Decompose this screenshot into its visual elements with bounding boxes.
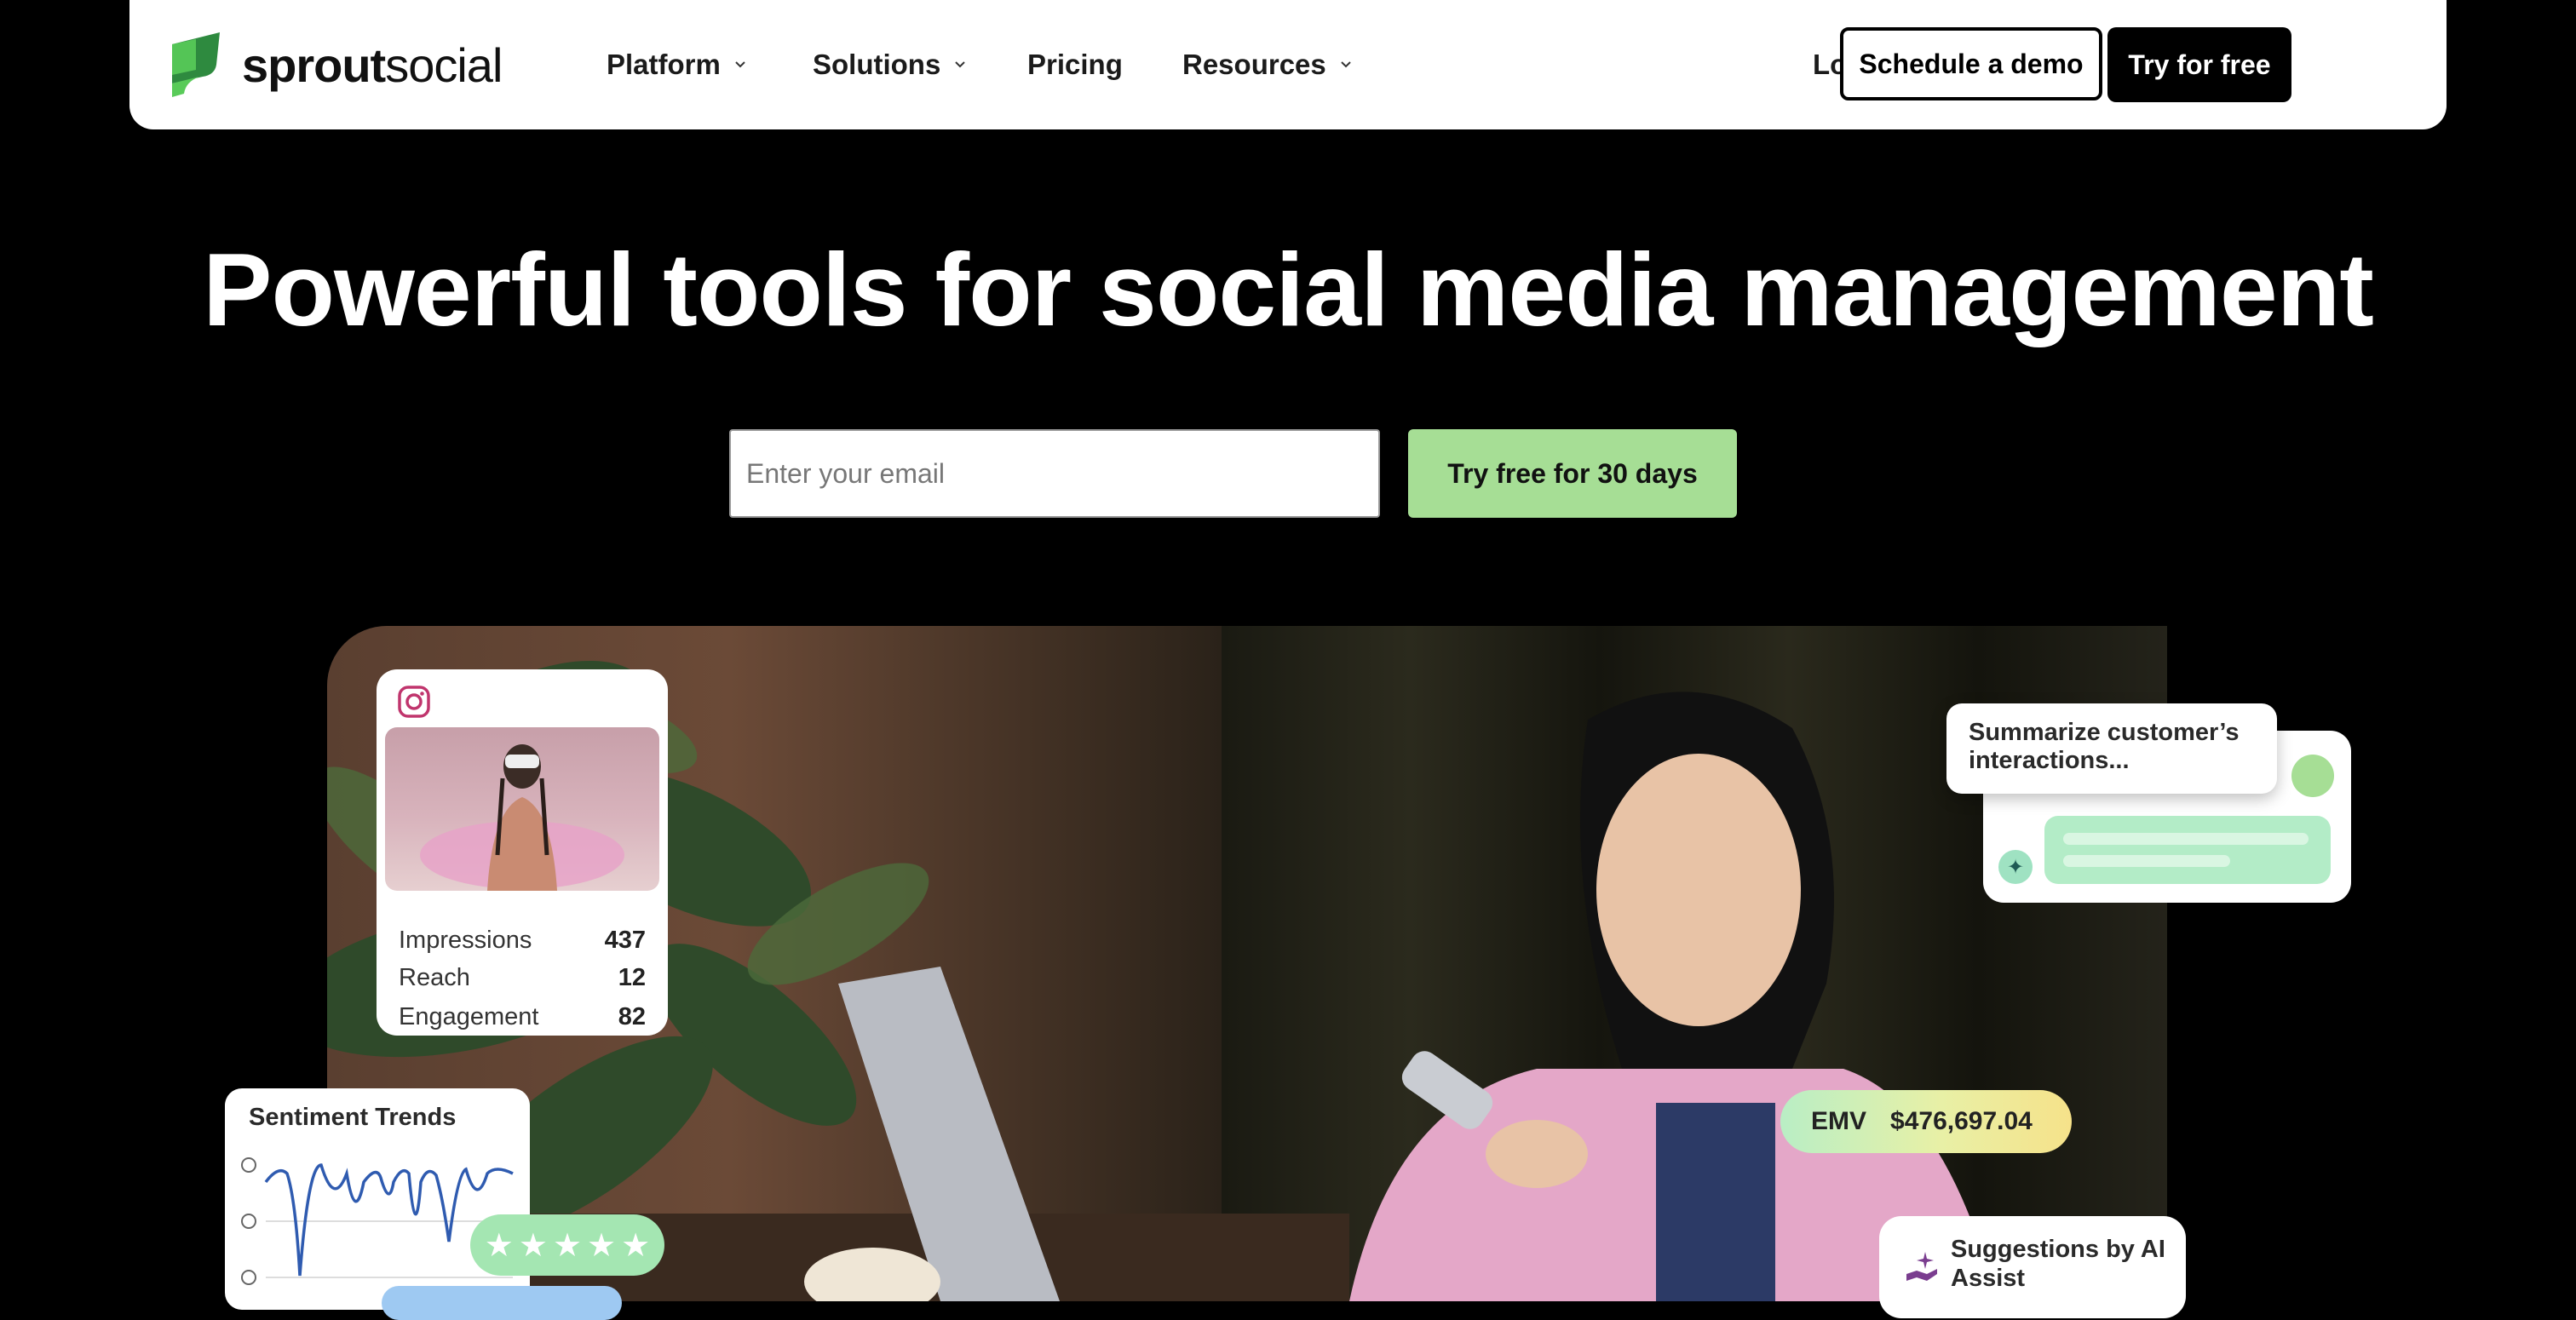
schedule-demo-button[interactable]: Schedule a demo — [1840, 27, 2102, 100]
engagement-row: Engagement 82 — [399, 1003, 646, 1031]
ai-assist-hand-icon — [1906, 1252, 1937, 1281]
impressions-row: Impressions 437 — [399, 927, 646, 955]
email-input[interactable] — [729, 429, 1380, 518]
stat-label: Impressions — [399, 927, 532, 954]
reach-row: Reach 12 — [399, 964, 646, 992]
avatar-dot — [2291, 755, 2334, 797]
instagram-icon — [398, 686, 430, 718]
blue-pill-chip — [382, 1286, 622, 1320]
chevron-down-icon — [955, 61, 966, 68]
stat-label: Reach — [399, 964, 470, 991]
star-icon: ★ — [587, 1227, 617, 1264]
instagram-post-card: Impressions 437 Reach 12 Engagement 82 — [377, 669, 668, 1036]
star-icon: ★ — [621, 1227, 651, 1264]
ai-prompt-bubble: Summarize customer’s interactions... — [1946, 703, 2277, 794]
star-icon: ★ — [518, 1227, 548, 1264]
nav-label: Platform — [607, 49, 721, 80]
sentiment-title: Sentiment Trends — [249, 1104, 457, 1131]
stat-value: 12 — [618, 964, 646, 991]
star-icon: ★ — [484, 1227, 514, 1264]
nav-label: Pricing — [1027, 49, 1123, 80]
stat-label: Engagement — [399, 1003, 539, 1030]
try-free-30-days-button[interactable]: Try free for 30 days — [1408, 429, 1737, 518]
emv-value: $476,697.04 — [1890, 1107, 2033, 1135]
nav-label: Solutions — [813, 49, 941, 80]
emv-pill: EMV $476,697.04 — [1780, 1090, 2072, 1153]
sprout-leaf-icon — [172, 32, 220, 97]
ai-suggestions-card: Suggestions by AI Assist — [1879, 1216, 2186, 1318]
try-for-free-button[interactable]: Try for free — [2107, 27, 2291, 102]
chevron-down-icon — [735, 61, 745, 68]
sprout-social-logo[interactable]: sproutsocial — [169, 31, 503, 99]
chevron-down-icon — [1341, 61, 1351, 68]
ai-response-bubble — [2044, 816, 2331, 884]
stat-value: 437 — [604, 927, 646, 954]
stat-value: 82 — [618, 1003, 646, 1030]
hero-title: Powerful tools for social media manageme… — [203, 232, 2374, 347]
logo-wordmark: sproutsocial — [242, 37, 503, 92]
star-icon: ★ — [552, 1227, 583, 1264]
five-star-rating: ★ ★ ★ ★ ★ — [470, 1214, 664, 1276]
vr-headset-post-image — [385, 727, 659, 891]
sentiment-trends-card: Sentiment Trends — [225, 1088, 530, 1310]
emv-label: EMV — [1811, 1107, 1867, 1135]
nav-pricing[interactable]: Pricing — [1027, 44, 1123, 85]
suggestions-text: Suggestions by AI Assist — [1951, 1236, 2165, 1292]
nav-platform[interactable]: Platform — [607, 44, 748, 85]
sparkle-icon: ✦ — [1998, 850, 2033, 884]
nav-label: Resources — [1182, 49, 1326, 80]
top-nav: sproutsocial Platform Solutions Pricing … — [129, 0, 2447, 129]
nav-resources[interactable]: Resources — [1182, 44, 1354, 85]
nav-solutions[interactable]: Solutions — [813, 44, 968, 85]
